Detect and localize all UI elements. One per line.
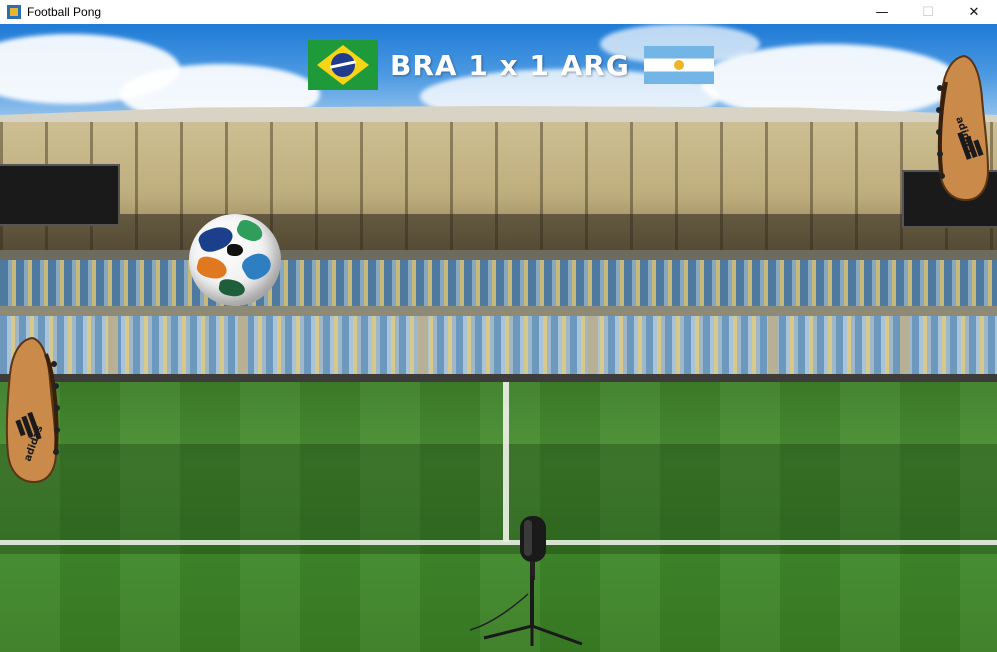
game-canvas[interactable]: BRA 1 x 1 ARG adidas adidas — [0, 24, 997, 652]
score-header: BRA 1 x 1 ARG — [308, 40, 714, 90]
seat-aisle — [588, 316, 598, 378]
seat-aisle — [418, 316, 428, 378]
game-window: Football Pong — ☐ ✕ BRA 1 x 1 ARG adidas… — [0, 0, 997, 652]
home-score: 1 — [468, 48, 489, 82]
football-ball — [189, 214, 281, 306]
minimize-button[interactable]: — — [859, 0, 905, 24]
title-bar: Football Pong — ☐ ✕ — [0, 0, 997, 24]
maximize-button[interactable]: ☐ — [905, 0, 951, 24]
seat-aisle — [768, 316, 778, 378]
score-separator: x — [499, 48, 519, 82]
lower-seats — [0, 316, 997, 378]
stadium-screen-left — [0, 164, 120, 226]
window-title: Football Pong — [27, 5, 102, 19]
app-icon — [7, 5, 21, 19]
right-boot-paddle[interactable]: adidas — [934, 52, 994, 204]
seat-aisle — [238, 316, 248, 378]
away-team: ARG — [560, 48, 630, 82]
close-button[interactable]: ✕ — [951, 0, 997, 24]
home-team: BRA — [390, 48, 458, 82]
away-score: 1 — [529, 48, 550, 82]
upper-seats — [0, 260, 997, 312]
score-text: BRA 1 x 1 ARG — [390, 49, 630, 82]
seat-aisle — [108, 316, 118, 378]
window-controls: — ☐ ✕ — [859, 0, 997, 24]
left-boot-paddle[interactable]: adidas — [2, 334, 62, 486]
brazil-flag-icon — [308, 40, 378, 90]
microphone-stand — [470, 516, 583, 646]
seat-aisle — [900, 316, 910, 378]
argentina-flag-icon — [643, 46, 714, 84]
upper-stand-shadow — [0, 214, 997, 254]
